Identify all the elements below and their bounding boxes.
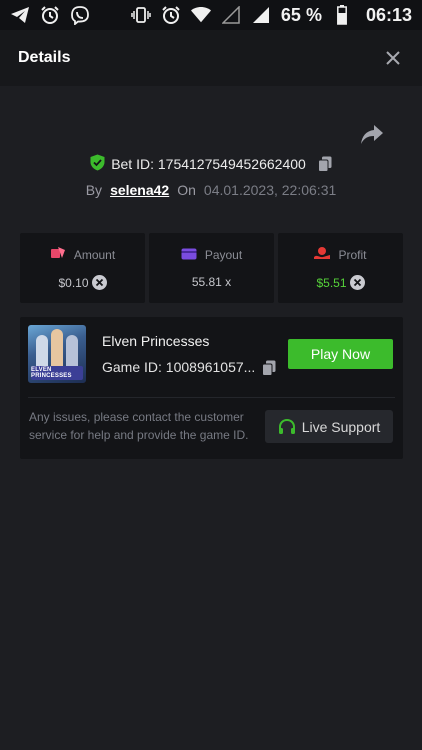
bet-id: Bet ID: 1754127549452662400 — [111, 156, 306, 172]
viber-icon — [70, 5, 90, 25]
alarm-icon — [40, 5, 60, 25]
stat-amount: Amount $0.10 — [20, 233, 145, 303]
by-label: By — [85, 182, 103, 198]
game-name: Elven Princesses — [102, 333, 210, 349]
page-title: Details — [18, 49, 71, 66]
close-button[interactable] — [382, 47, 404, 69]
game-card: ELVEN PRINCESSES Elven Princesses Game I… — [20, 317, 403, 459]
stat-label: Profit — [338, 247, 367, 262]
live-support-label: Live Support — [301, 418, 381, 435]
on-label: On — [177, 182, 196, 198]
currency-icon — [349, 275, 365, 290]
payout-icon — [181, 248, 197, 263]
stat-label: Amount — [73, 247, 116, 262]
character-figure — [51, 329, 63, 369]
profit-icon — [314, 246, 331, 263]
status-bar: 65 % 06:13 — [0, 0, 422, 30]
alarm-icon — [161, 5, 181, 25]
copy-bet-id-button[interactable] — [317, 156, 332, 172]
play-now-button[interactable]: Play Now — [288, 339, 393, 369]
character-figure — [36, 335, 48, 369]
bet-date: 04.01.2023, 22:06:31 — [203, 182, 337, 198]
stat-value: $0.10 — [58, 275, 89, 290]
battery-percent: 65 % — [280, 4, 322, 25]
game-logo: ELVEN PRINCESSES — [31, 366, 83, 380]
wifi-icon — [190, 5, 211, 25]
bet-id-row: Bet ID: 1754127549452662400 — [0, 153, 422, 175]
currency-icon — [91, 275, 107, 290]
telegram-icon — [10, 5, 30, 25]
vibrate-icon — [131, 5, 151, 25]
copy-game-id-button[interactable] — [262, 360, 276, 376]
details-header: Details — [0, 30, 422, 86]
copy-icon — [317, 156, 332, 172]
battery-icon — [332, 5, 352, 25]
bet-stats: Amount $0.10 Payout 55.81 x Profit $5.51 — [20, 233, 403, 303]
stat-label: Payout — [204, 248, 243, 262]
stat-payout: Payout 55.81 x — [149, 233, 274, 303]
signal-icon — [221, 5, 241, 25]
signal-icon — [251, 5, 271, 25]
stat-profit: Profit $5.51 — [278, 233, 403, 303]
headset-icon — [278, 418, 296, 436]
game-id: Game ID: 1008961057... — [102, 359, 256, 375]
live-support-button[interactable]: Live Support — [265, 410, 393, 443]
divider — [28, 397, 395, 398]
game-thumbnail[interactable]: ELVEN PRINCESSES — [28, 325, 86, 383]
character-figure — [66, 335, 78, 369]
clock: 06:13 — [365, 4, 412, 25]
share-button[interactable] — [360, 124, 386, 148]
copy-icon — [262, 360, 276, 376]
bet-author-row: By selena42 On 04.01.2023, 22:06:31 — [0, 179, 422, 201]
share-icon — [361, 125, 383, 144]
amount-icon — [50, 246, 66, 263]
stat-value: 55.81 x — [191, 274, 232, 289]
username-link[interactable]: selena42 — [110, 182, 169, 198]
stat-value: $5.51 — [316, 275, 347, 290]
support-message: Any issues, please contact the customer … — [29, 410, 249, 442]
shield-check-icon — [90, 154, 105, 174]
close-icon — [386, 51, 400, 65]
